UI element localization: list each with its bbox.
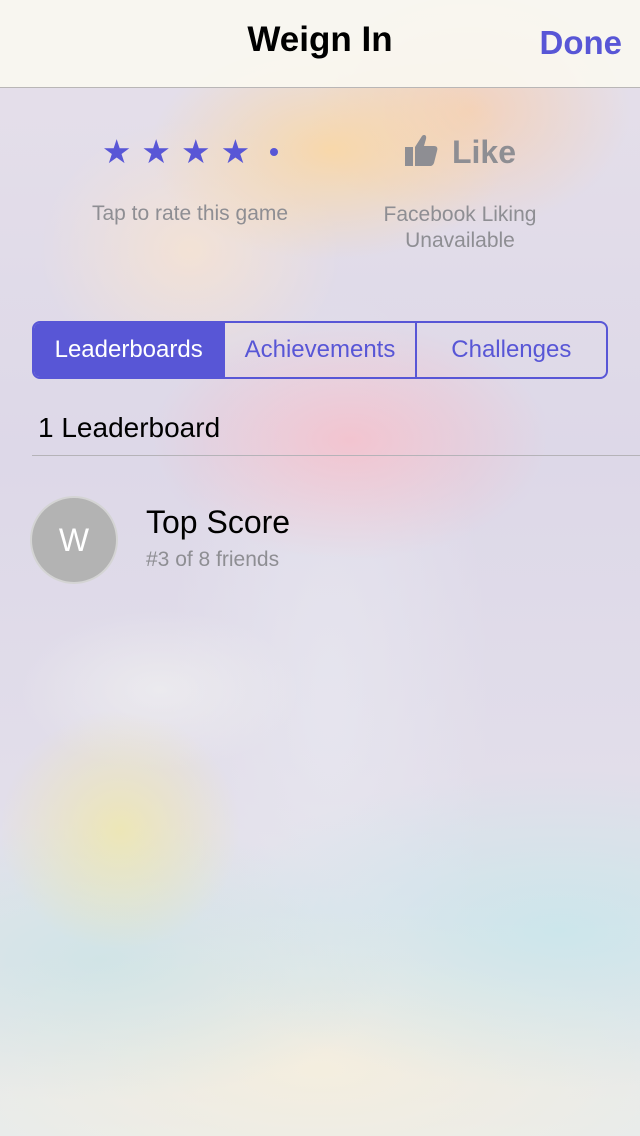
star-icon[interactable]: ★ — [221, 130, 251, 174]
section-header: 1 Leaderboard — [32, 400, 640, 456]
star-icon[interactable]: ★ — [181, 130, 211, 174]
tab-challenges[interactable]: Challenges — [417, 323, 606, 377]
navigation-bar: Weign In Done — [0, 0, 640, 88]
done-button[interactable]: Done — [540, 24, 623, 62]
tab-leaderboards[interactable]: Leaderboards — [34, 323, 226, 377]
section-title: 1 Leaderboard — [38, 412, 221, 443]
facebook-like-status-line2: Unavailable — [405, 229, 515, 252]
facebook-like-status: Facebook Liking Unavailable — [340, 202, 580, 254]
rating-control[interactable]: ★ ★ ★ ★ Tap to rate this game — [40, 130, 340, 226]
list-item[interactable]: W Top Score #3 of 8 friends — [0, 490, 640, 590]
facebook-like-status-line1: Facebook Liking — [383, 203, 537, 226]
star-icon[interactable]: ★ — [141, 130, 171, 174]
tab-achievements[interactable]: Achievements — [225, 323, 417, 377]
leaderboard-title: Top Score — [146, 504, 291, 540]
rate-label: Tap to rate this game — [91, 202, 289, 225]
star-icon[interactable]: ★ — [102, 130, 132, 174]
empty-star-dot-icon[interactable] — [270, 148, 279, 156]
like-button[interactable]: Like — [340, 130, 580, 174]
like-label: Like — [451, 133, 517, 170]
star-rating[interactable]: ★ ★ ★ ★ — [40, 130, 340, 174]
like-control: Like Facebook Liking Unavailable — [340, 130, 580, 254]
leaderboard-rank: #3 of 8 friends — [146, 548, 280, 571]
thumbs-up-icon — [404, 133, 438, 172]
segmented-control: Leaderboards Achievements Challenges — [32, 321, 608, 379]
avatar: W — [30, 496, 118, 584]
